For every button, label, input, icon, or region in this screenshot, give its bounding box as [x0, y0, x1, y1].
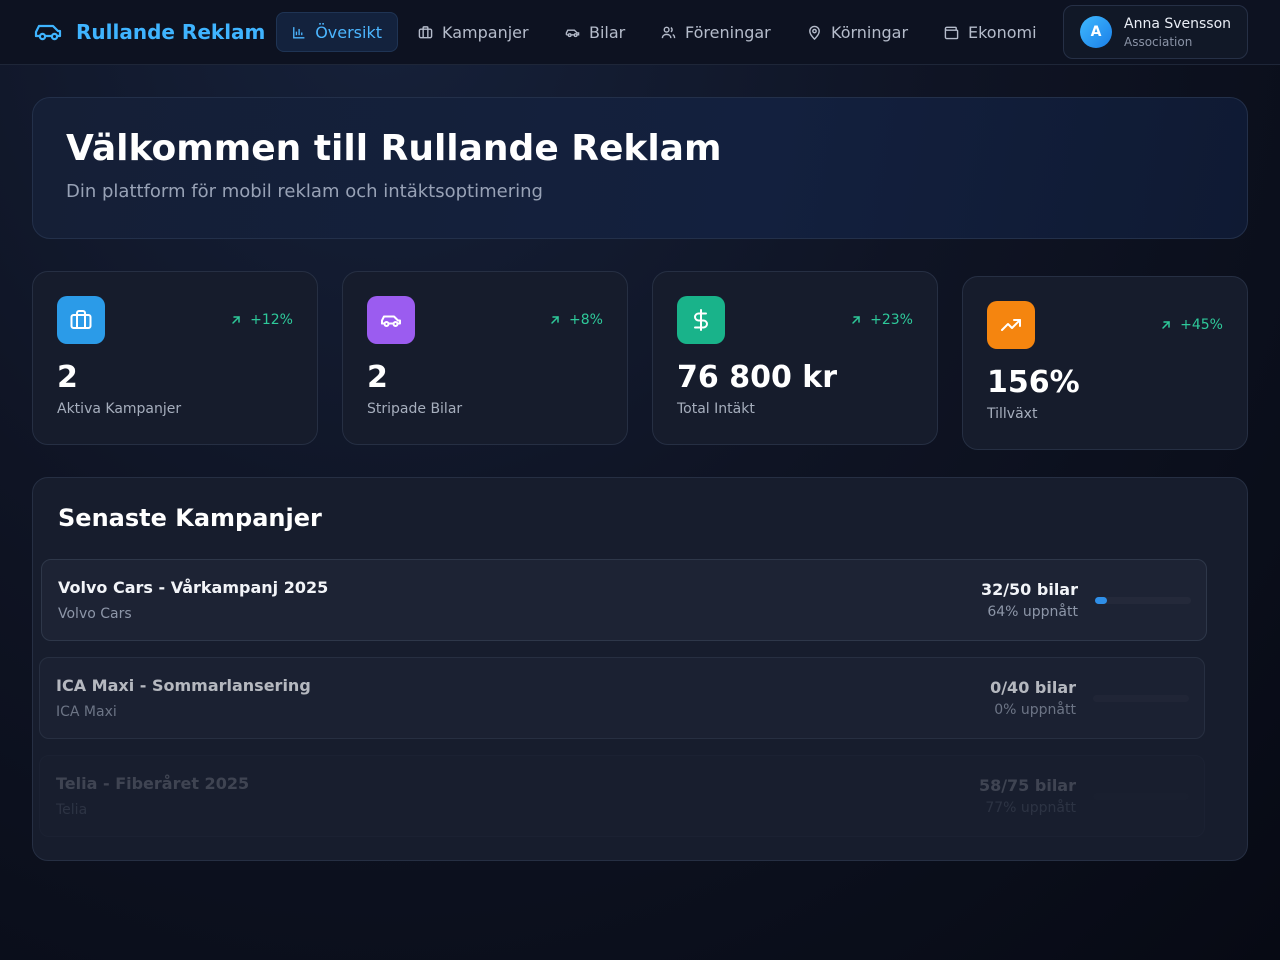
stat-change-value: +12%	[250, 312, 293, 328]
campaign-progress-bar	[1093, 695, 1189, 702]
section-title: Senaste Kampanjer	[58, 504, 322, 532]
nav-label: Översikt	[315, 22, 382, 42]
car-icon	[565, 28, 580, 37]
recent-campaigns-panel: Senaste Kampanjer Volvo Cars - Vårkampan…	[32, 477, 1248, 861]
stat-label: Tillväxt	[987, 406, 1038, 422]
stat-change-value: +8%	[569, 312, 603, 328]
nav-item-kampanjer[interactable]: Kampanjer	[403, 12, 544, 52]
arrow-up-right-icon	[852, 316, 860, 324]
campaign-row[interactable]: Telia - Fiberåret 2025 Telia 58/75 bilar…	[39, 755, 1205, 837]
campaign-progress-text: 64% uppnått	[987, 604, 1078, 620]
campaign-row[interactable]: Volvo Cars - Vårkampanj 2025 Volvo Cars …	[41, 559, 1207, 641]
nav-item-foreningar[interactable]: Föreningar	[646, 12, 786, 52]
nav-label: Kampanjer	[442, 22, 529, 42]
stat-card-striped-cars: +8% 2 Stripade Bilar	[342, 271, 628, 445]
campaign-progress-text: 0% uppnått	[994, 702, 1076, 718]
campaign-row[interactable]: ICA Maxi - Sommarlansering ICA Maxi 0/40…	[39, 657, 1205, 739]
stat-value: 76 800 kr	[677, 360, 838, 395]
campaign-progress-fill	[1095, 597, 1107, 604]
stat-change: +23%	[850, 312, 913, 328]
nav-label: Ekonomi	[968, 22, 1037, 42]
arrow-up-right-icon	[1162, 321, 1170, 329]
nav-label: Bilar	[589, 22, 626, 42]
nav-label: Föreningar	[685, 22, 771, 42]
map-pin-icon	[809, 25, 820, 40]
nav-label: Körningar	[831, 22, 909, 42]
arrow-up-right-icon	[551, 316, 559, 324]
stat-label: Stripade Bilar	[367, 401, 463, 417]
welcome-banner: Välkommen till Rullande Reklam Din platt…	[32, 97, 1248, 239]
campaign-progress-text: 77% uppnått	[985, 800, 1076, 816]
stat-label: Aktiva Kampanjer	[57, 401, 182, 417]
campaign-car-count: 32/50 bilar	[980, 580, 1078, 599]
stat-label: Total Intäkt	[677, 401, 755, 417]
briefcase-icon	[57, 296, 105, 344]
campaign-company: Volvo Cars	[58, 606, 132, 622]
nav-item-bilar[interactable]: Bilar	[550, 12, 640, 52]
campaign-company: Telia	[56, 802, 88, 818]
stat-change: +12%	[230, 312, 293, 328]
stat-card-total-revenue: +23% 76 800 kr Total Intäkt	[652, 271, 938, 445]
top-navbar: Rullande Reklam Översikt Kampanjer Bilar…	[0, 0, 1280, 65]
campaign-title: Telia - Fiberåret 2025	[56, 774, 250, 793]
stat-change-value: +23%	[870, 312, 913, 328]
brand-logo[interactable]: Rullande Reklam	[32, 16, 265, 48]
campaign-title: ICA Maxi - Sommarlansering	[56, 676, 311, 695]
campaign-progress-bar	[1093, 793, 1189, 800]
campaign-car-count: 0/40 bilar	[990, 678, 1076, 697]
stat-card-growth: +45% 156% Tillväxt	[962, 276, 1248, 450]
user-menu[interactable]: A Anna Svensson Association	[1063, 5, 1248, 59]
briefcase-icon	[418, 25, 433, 38]
page-title: Välkommen till Rullande Reklam	[66, 128, 722, 169]
stat-change: +45%	[1160, 317, 1223, 333]
brand-name: Rullande Reklam	[76, 20, 266, 44]
bar-chart-icon	[293, 26, 305, 38]
car-icon	[367, 296, 415, 344]
stat-value: 156%	[987, 365, 1080, 400]
campaign-company: ICA Maxi	[56, 704, 117, 720]
stat-value: 2	[57, 360, 78, 395]
wallet-icon	[944, 26, 959, 39]
user-name: Anna Svensson	[1124, 16, 1232, 32]
page-subtitle: Din plattform för mobil reklam och intäk…	[66, 181, 543, 202]
campaign-title: Volvo Cars - Vårkampanj 2025	[58, 578, 329, 597]
stat-change: +8%	[549, 312, 603, 328]
campaign-car-count: 58/75 bilar	[978, 776, 1076, 795]
user-role: Association	[1124, 35, 1193, 49]
nav-item-ekonomi[interactable]: Ekonomi	[929, 12, 1052, 52]
stat-value: 2	[367, 360, 388, 395]
users-icon	[661, 26, 676, 38]
arrow-up-right-icon	[232, 316, 240, 324]
campaign-progress-bar	[1095, 597, 1191, 604]
car-logo-icon	[34, 24, 62, 41]
stat-card-active-campaigns: +12% 2 Aktiva Kampanjer	[32, 271, 318, 445]
nav-item-oversikt[interactable]: Översikt	[276, 12, 398, 52]
trending-up-icon	[987, 301, 1035, 349]
dollar-icon	[677, 296, 725, 344]
stat-change-value: +45%	[1180, 317, 1223, 333]
avatar: A	[1080, 16, 1112, 48]
nav-item-korningar[interactable]: Körningar	[792, 12, 923, 52]
